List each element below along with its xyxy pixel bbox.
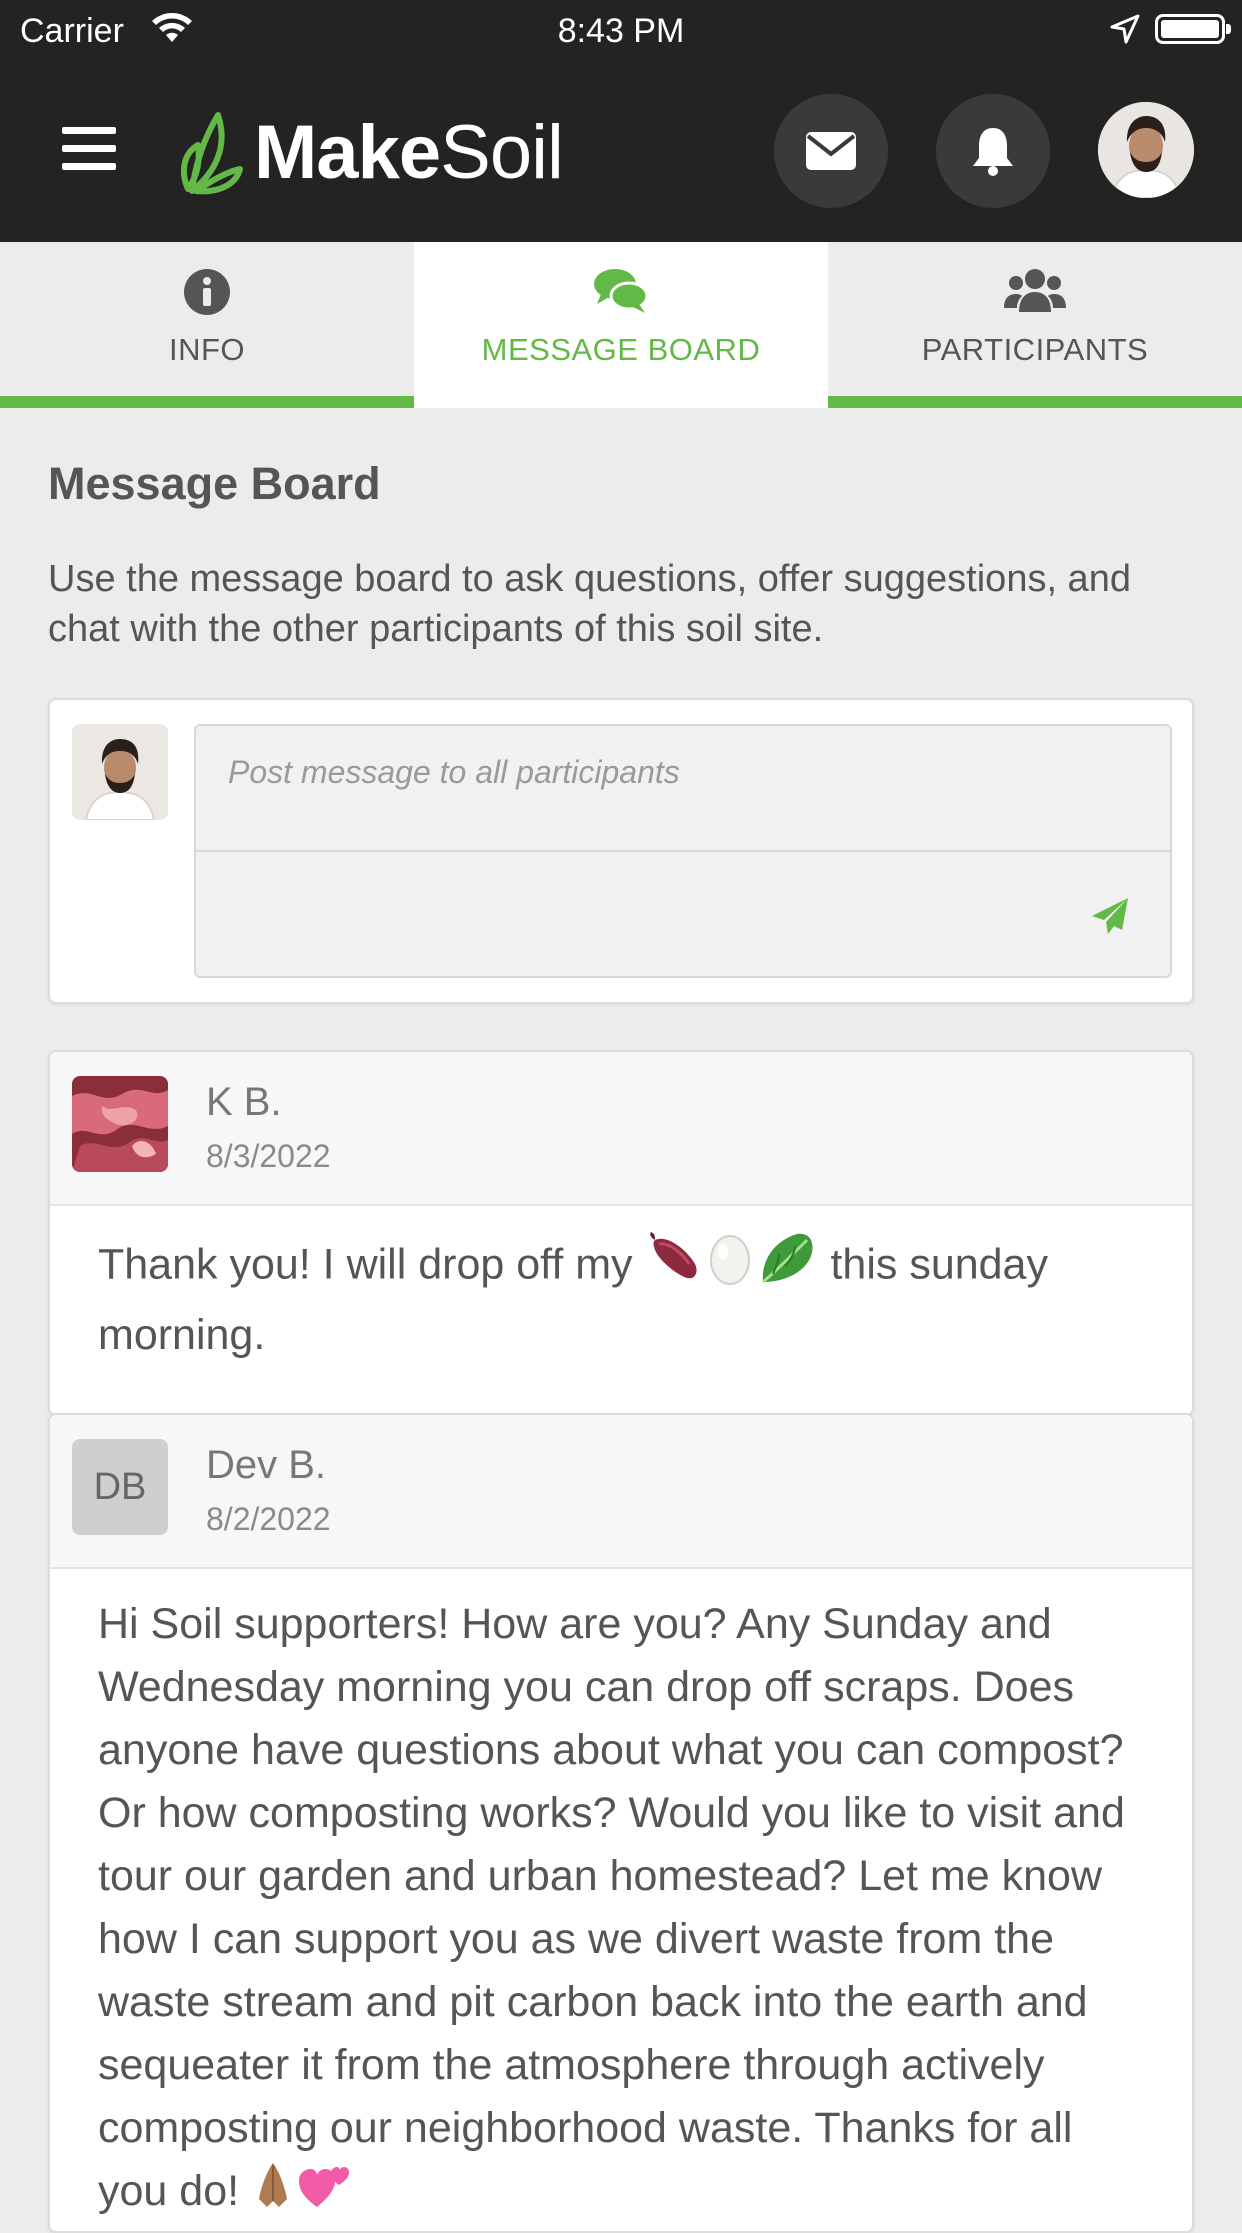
message-post: K B. 8/3/2022 Thank you! I will drop off…	[48, 1050, 1194, 1416]
sweet-potato-icon	[647, 1230, 703, 1304]
leafy-greens-icon	[757, 1230, 817, 1304]
tab-participants[interactable]: PARTICIPANTS	[828, 242, 1242, 408]
tab-info-label: INFO	[168, 332, 246, 367]
logo-text-light: Soil	[440, 109, 564, 195]
post-composer	[48, 698, 1194, 1004]
post-author-name: Dev B.	[206, 1443, 327, 1487]
post-date: 8/2/2022	[206, 1501, 331, 1537]
folded-hands-icon	[253, 2161, 293, 2227]
page-title: Message Board	[48, 458, 381, 509]
leaf-logo-icon	[180, 112, 243, 195]
tab-message-board-label: MESSAGE BOARD	[481, 332, 761, 367]
two-hearts-icon	[297, 2161, 353, 2227]
composer-avatar	[72, 724, 168, 820]
post-body-start: Thank you! I will drop off my	[98, 1240, 633, 1289]
message-post: DB Dev B. 8/2/2022 Hi Soil supporters! H…	[48, 1413, 1194, 2233]
post-author-avatar[interactable]: DB	[72, 1439, 168, 1535]
post-body: Hi Soil supporters! How are you? Any Sun…	[98, 1593, 1144, 2227]
message-input[interactable]	[196, 726, 1170, 852]
post-author-name: K B.	[206, 1080, 282, 1124]
post-author-avatar[interactable]	[72, 1076, 168, 1172]
messages-button[interactable]	[774, 94, 888, 208]
post-date: 8/3/2022	[206, 1138, 331, 1174]
tab-participants-label: PARTICIPANTS	[921, 332, 1149, 367]
egg-icon	[707, 1230, 753, 1304]
users-icon	[1004, 269, 1066, 312]
menu-icon[interactable]	[62, 127, 116, 171]
paper-plane-icon	[1092, 898, 1128, 934]
user-avatar[interactable]	[1098, 102, 1194, 198]
notifications-button[interactable]	[936, 94, 1050, 208]
battery-icon	[1155, 14, 1231, 44]
post-header: DB Dev B. 8/2/2022	[50, 1415, 1192, 1569]
tab-info[interactable]: INFO	[0, 242, 414, 408]
post-body-text: Hi Soil supporters! How are you? Any Sun…	[98, 1600, 1125, 2215]
info-circle-icon	[184, 269, 230, 315]
tab-bar: INFO MESSAGE BOARD PARTICIPANTS	[0, 242, 1242, 408]
message-input-box	[194, 724, 1172, 978]
post-body: Thank you! I will drop off my this sunda…	[98, 1230, 1144, 1367]
status-bar: Carrier 8:43 PM	[0, 0, 1242, 62]
author-initials: DB	[72, 1439, 168, 1535]
comments-icon	[594, 269, 649, 313]
app-header: MakeSoil	[0, 62, 1242, 242]
bell-icon	[973, 128, 1013, 176]
logo-text-bold: Make	[254, 109, 441, 195]
tab-message-board[interactable]: MESSAGE BOARD	[414, 242, 828, 408]
makesoil-logo[interactable]: MakeSoil	[178, 107, 564, 197]
page-description: Use the message board to ask questions, …	[48, 558, 1131, 650]
clock: 8:43 PM	[557, 12, 685, 50]
post-header: K B. 8/3/2022	[50, 1052, 1192, 1206]
envelope-icon	[806, 132, 856, 170]
location-arrow-icon	[1110, 14, 1140, 49]
send-button[interactable]	[1090, 896, 1134, 940]
